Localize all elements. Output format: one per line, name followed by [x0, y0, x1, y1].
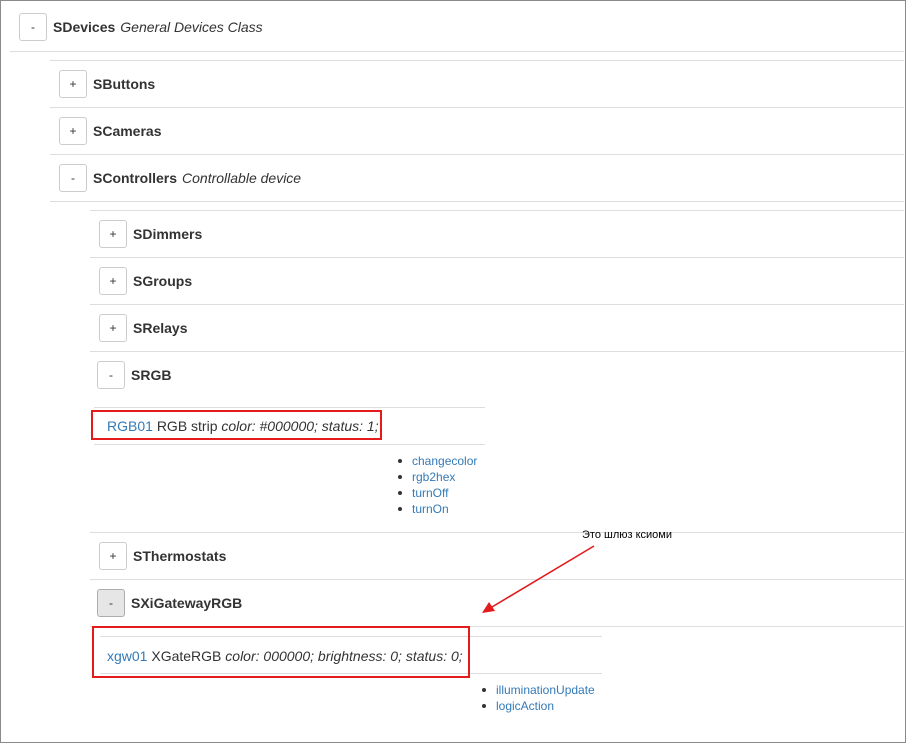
annotation-arrow-icon	[482, 545, 595, 613]
